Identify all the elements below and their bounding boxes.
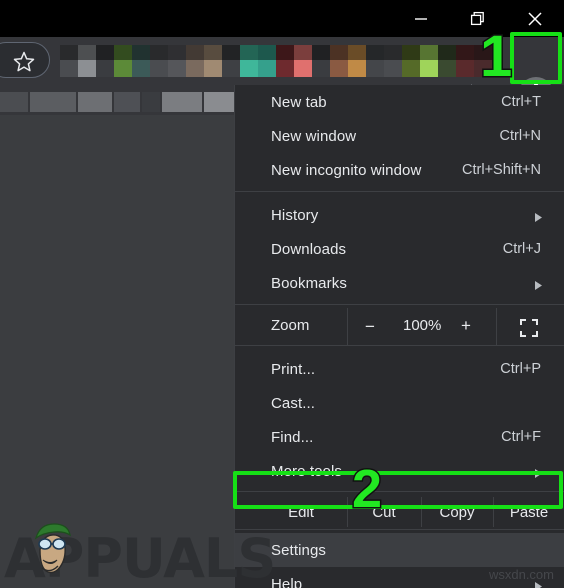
menu-item-bookmarks[interactable]: Bookmarks (235, 266, 564, 300)
annotation-number-1: 1 (478, 24, 513, 89)
menu-item-label: Bookmarks (271, 274, 347, 292)
paste-button[interactable]: Paste (493, 495, 564, 529)
menu-item-label: Cast... (271, 394, 316, 412)
submenu-arrow-icon (534, 210, 543, 228)
bookmark-item-redacted[interactable] (78, 92, 112, 112)
menu-item-shortcut: Ctrl+J (502, 241, 541, 257)
menu-item-label: More tools (271, 462, 343, 480)
submenu-arrow-icon (534, 466, 543, 484)
menu-item-shortcut: Ctrl+N (499, 128, 542, 144)
zoom-in-button[interactable]: + (461, 316, 471, 336)
copy-button[interactable]: Copy (421, 495, 493, 529)
menu-divider (235, 491, 564, 492)
fullscreen-icon[interactable] (519, 318, 539, 343)
menu-item-shortcut: Ctrl+F (501, 429, 541, 445)
menu-divider (235, 304, 564, 305)
menu-item-find[interactable]: Find... Ctrl+F (235, 420, 564, 454)
zoom-divider-2 (496, 308, 497, 345)
menu-item-downloads[interactable]: Downloads Ctrl+J (235, 232, 564, 266)
menu-item-label: Help (271, 575, 303, 588)
annotation-number-2: 2 (350, 459, 383, 519)
edit-label: Edit (288, 503, 314, 521)
menu-item-label: History (271, 206, 319, 224)
bookmark-item-redacted[interactable] (30, 92, 76, 112)
edit-cell-divider (347, 497, 348, 527)
minimize-icon (414, 12, 428, 26)
menu-zoom-row: Zoom − 100% + (235, 308, 564, 345)
menu-item-history[interactable]: History (235, 198, 564, 232)
menu-item-new-tab[interactable]: New tab Ctrl+T (235, 85, 564, 119)
edit-cell-divider (493, 497, 494, 527)
menu-item-label: New tab (271, 93, 327, 111)
appuals-logo-icon (30, 520, 76, 580)
zoom-divider (347, 308, 348, 345)
menu-item-cast[interactable]: Cast... (235, 386, 564, 420)
minimize-button[interactable] (398, 0, 444, 37)
menu-item-label: Print... (271, 360, 316, 378)
menu-item-label: Find... (271, 428, 314, 446)
menu-divider (235, 529, 564, 530)
zoom-level-value: 100% (403, 317, 442, 334)
menu-edit-row: Edit Cut Copy Paste (235, 495, 564, 529)
bookmark-item-redacted[interactable] (114, 92, 140, 112)
chrome-main-menu: New tab Ctrl+T New window Ctrl+N New incogni… (234, 85, 564, 588)
menu-item-shortcut: Ctrl+Shift+N (462, 162, 541, 178)
menu-item-settings[interactable]: Settings (235, 533, 564, 567)
menu-item-label: Downloads (271, 240, 347, 258)
zoom-out-button[interactable]: − (365, 317, 375, 337)
menu-item-label: New incognito window (271, 161, 422, 179)
bookmark-star-button[interactable] (0, 42, 50, 78)
menu-item-new-incognito-window[interactable]: New incognito window Ctrl+Shift+N (235, 153, 564, 187)
menu-divider (235, 345, 564, 346)
menu-divider (235, 191, 564, 192)
page-content-area (0, 115, 234, 588)
close-icon (527, 11, 543, 27)
menu-item-more-tools[interactable]: More tools (235, 454, 564, 488)
menu-item-print[interactable]: Print... Ctrl+P (235, 352, 564, 386)
bookmark-item-redacted[interactable] (162, 92, 202, 112)
close-button[interactable] (512, 0, 558, 37)
submenu-arrow-icon (534, 278, 543, 296)
zoom-label: Zoom (271, 317, 310, 334)
menu-item-shortcut: Ctrl+P (500, 361, 541, 377)
menu-item-new-window[interactable]: New window Ctrl+N (235, 119, 564, 153)
bookmark-item-redacted[interactable] (0, 92, 28, 112)
bookmark-item-redacted[interactable] (142, 92, 160, 112)
menu-item-label: New window (271, 127, 357, 145)
bookmark-item-redacted[interactable] (204, 92, 234, 112)
menu-item-label: Settings (271, 541, 326, 559)
browser-window-screenshot: New tab Ctrl+T New window Ctrl+N New incogni… (0, 0, 564, 588)
site-watermark: wsxdn.com (488, 567, 554, 582)
bookmark-bar (0, 89, 234, 115)
menu-item-shortcut: Ctrl+T (501, 94, 541, 110)
edit-cell-divider (421, 497, 422, 527)
